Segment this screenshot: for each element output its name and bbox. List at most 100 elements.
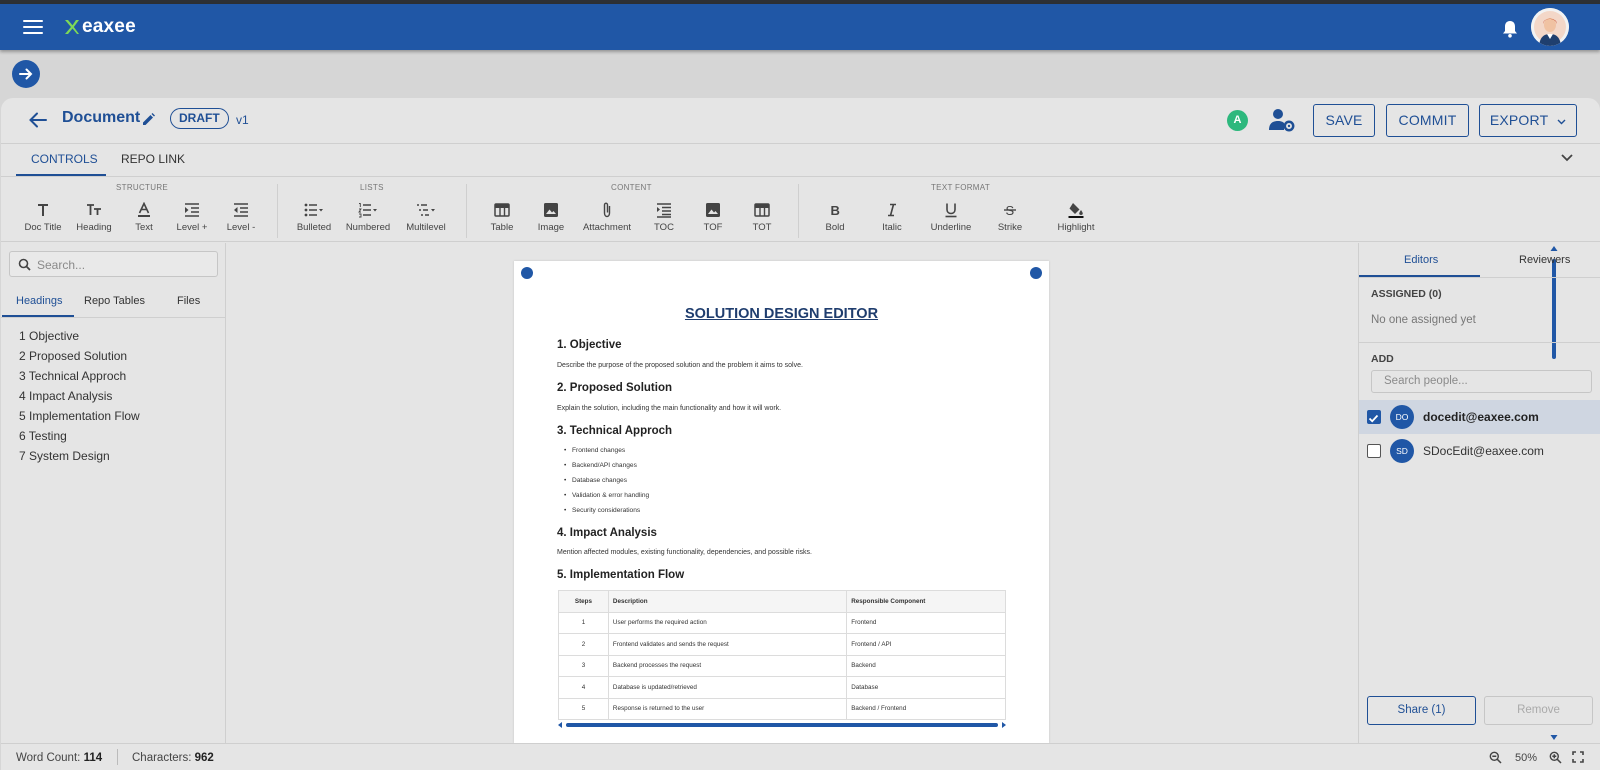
section-text: Describe the purpose of the proposed sol… [557, 362, 803, 369]
app-logo[interactable]: eaxee [64, 16, 136, 38]
indent-increase-icon [185, 203, 199, 217]
table-header-cell: Steps [558, 590, 609, 613]
document-page[interactable]: SOLUTION DESIGN EDITOR 1. Objective Desc… [514, 261, 1049, 743]
outline-item[interactable]: 5 Implementation Flow [19, 409, 140, 429]
zoom-out-icon[interactable] [1489, 751, 1502, 764]
user-avatar[interactable] [1531, 8, 1569, 46]
menu-icon[interactable] [23, 20, 43, 34]
section-heading: 4. Impact Analysis [557, 527, 657, 539]
italic-tool[interactable]: Italic [862, 202, 922, 233]
page-options-icon[interactable] [1030, 267, 1042, 279]
bullet-item: Security considerations [564, 507, 640, 514]
search-icon [18, 258, 31, 271]
assigned-heading: ASSIGNED (0) [1371, 288, 1442, 300]
page-menu-icon[interactable] [521, 267, 533, 279]
tab-headings[interactable]: Headings [16, 295, 62, 307]
outline-item[interactable]: 7 System Design [19, 449, 140, 469]
person-row[interactable]: DO docedit@eaxee.com [1359, 400, 1600, 434]
tool-label: Level + [176, 222, 208, 233]
tool-label: TOF [703, 222, 723, 233]
word-count: Word Count: 114 [16, 752, 102, 764]
table-cell: Frontend validates and sends the request [607, 633, 848, 656]
numbered-list-tool[interactable]: Numbered [338, 202, 398, 233]
commit-button[interactable]: COMMIT [1386, 104, 1469, 137]
table-row: 5 Response is returned to the user Backe… [558, 697, 1006, 720]
fullscreen-icon[interactable] [1572, 751, 1584, 763]
tab-reviewers[interactable]: Reviewers [1519, 254, 1570, 266]
tool-label: Attachment [582, 222, 632, 233]
empty-assigned-text: No one assigned yet [1371, 314, 1476, 326]
tot-tool[interactable]: TOT [732, 202, 792, 233]
attachment-tool[interactable]: Attachment [577, 202, 637, 233]
strike-tool[interactable]: S Strike [980, 202, 1040, 233]
character-count-value: 962 [194, 752, 214, 764]
tab-repo-link[interactable]: REPO LINK [121, 152, 185, 166]
document-title: Document [62, 109, 141, 126]
outline-item[interactable]: 3 Technical Approch [19, 369, 140, 389]
add-heading: ADD [1371, 353, 1394, 365]
remove-button[interactable]: Remove [1484, 696, 1593, 725]
multilevel-list-tool[interactable]: Multilevel [396, 202, 456, 233]
table-of-tables-icon [754, 203, 770, 217]
person-row[interactable]: SD SDocEdit@eaxee.com [1359, 434, 1600, 468]
pencil-edit-icon[interactable] [142, 113, 155, 126]
outline-search-input[interactable]: Search... [9, 251, 218, 277]
section-heading: 5. Implementation Flow [557, 569, 685, 581]
tab-controls[interactable]: CONTROLS [31, 152, 98, 166]
bulleted-list-tool[interactable]: Bulleted [284, 202, 344, 233]
tab-editors[interactable]: Editors [1404, 254, 1438, 266]
scrollbar-thumb[interactable] [566, 723, 998, 727]
tab-files[interactable]: Files [177, 295, 200, 307]
bullet-item: Backend/API changes [564, 462, 637, 469]
group-label-content: CONTENT [611, 183, 652, 192]
back-arrow-icon[interactable] [29, 112, 47, 128]
section-heading: 1. Objective [557, 339, 622, 351]
implementation-flow-table[interactable]: Steps Description Responsible Component … [558, 590, 1006, 720]
table-cell: 3 [558, 654, 609, 677]
expand-panel-button[interactable] [12, 60, 40, 88]
image-tool[interactable]: Image [521, 202, 581, 233]
underline-tool[interactable]: Underline [921, 202, 981, 233]
editor-tabs: CONTROLS REPO LINK [1, 144, 1600, 177]
collapse-toolbar-chevron-icon[interactable] [1560, 153, 1574, 163]
people-search-input[interactable]: Search people... [1371, 370, 1592, 393]
bullet-item: Database changes [564, 477, 627, 484]
status-bar: Word Count: 114 Characters: 962 50% [1, 743, 1600, 770]
zoom-in-icon[interactable] [1549, 751, 1562, 764]
numbered-list-icon [358, 203, 377, 218]
tab-repo-tables[interactable]: Repo Tables [84, 295, 145, 307]
tool-label: Multilevel [406, 222, 446, 233]
version-label: v1 [236, 113, 249, 127]
person-checkbox[interactable] [1367, 444, 1381, 458]
save-button[interactable]: SAVE [1313, 104, 1375, 137]
table-header-cell: Responsible Component [846, 590, 1006, 613]
word-count-label: Word Count: [16, 752, 81, 764]
outline-item[interactable]: 1 Objective [19, 329, 140, 349]
tool-label: Numbered [345, 222, 391, 233]
tool-label: Strike [997, 222, 1023, 233]
user-settings-icon[interactable] [1268, 108, 1295, 132]
table-horizontal-scrollbar[interactable] [558, 722, 1006, 728]
table-cell: Frontend / API [846, 633, 1006, 656]
divider [1359, 277, 1600, 278]
document-workspace: Document DRAFT v1 A SAVE COMMIT EXPORT C… [1, 98, 1600, 770]
active-user-badge[interactable]: A [1227, 110, 1248, 131]
outline-item[interactable]: 2 Proposed Solution [19, 349, 140, 369]
bold-tool[interactable]: B Bold [805, 202, 865, 233]
outline-item[interactable]: 6 Testing [19, 429, 140, 449]
share-button[interactable]: Share (1) [1367, 696, 1476, 725]
tool-label: Table [490, 222, 514, 233]
table-of-contents-icon [657, 203, 671, 218]
svg-text:B: B [831, 203, 840, 218]
person-checkbox[interactable] [1367, 410, 1381, 424]
level-decrease-tool[interactable]: Level - [211, 202, 271, 233]
divider [1359, 342, 1600, 343]
avatar-portrait-icon [1531, 8, 1569, 46]
heading-outline: 1 Objective 2 Proposed Solution 3 Techni… [19, 329, 140, 469]
notification-bell-icon[interactable] [1502, 20, 1518, 38]
export-button[interactable]: EXPORT [1479, 104, 1577, 137]
outline-item[interactable]: 4 Impact Analysis [19, 389, 140, 409]
person-email: docedit@eaxee.com [1423, 410, 1539, 424]
highlight-tool[interactable]: Highlight [1046, 202, 1106, 233]
table-cell: User performs the required action [607, 611, 848, 634]
